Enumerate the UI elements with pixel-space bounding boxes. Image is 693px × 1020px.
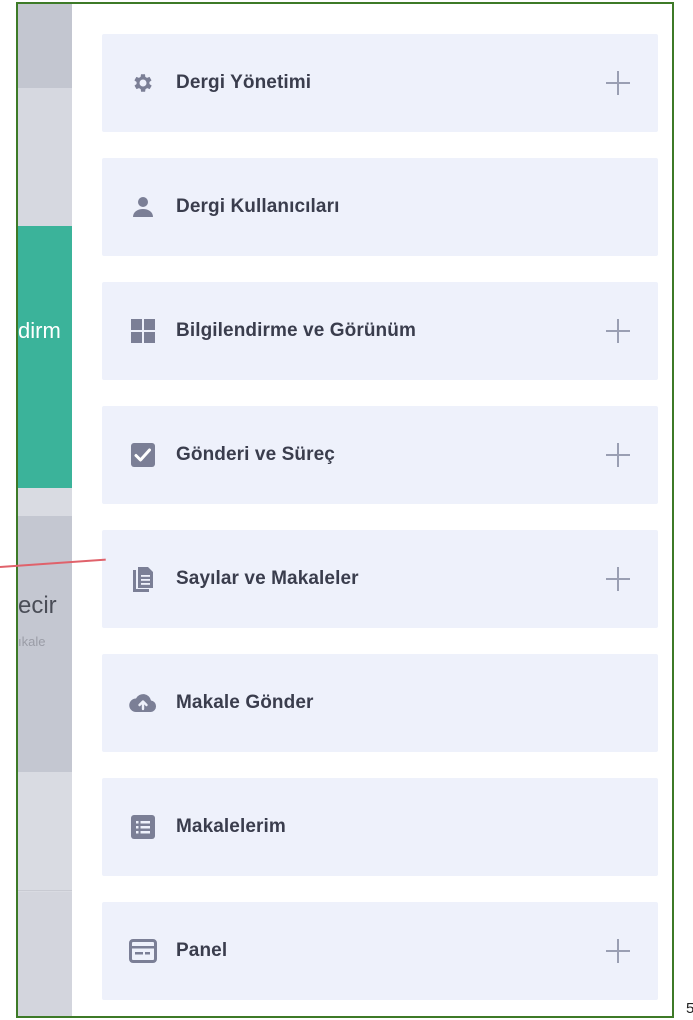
menu-item-panel[interactable]: Panel <box>102 902 658 1000</box>
background-teal-card <box>18 226 72 488</box>
grid-icon <box>129 317 157 345</box>
plus-icon[interactable] <box>606 443 630 467</box>
user-icon <box>129 193 157 221</box>
menu-item-label: Makalelerim <box>176 816 286 837</box>
menu-item-sayilar-ve-makaleler[interactable]: Sayılar ve Makaleler <box>102 530 658 628</box>
window-icon <box>129 937 157 965</box>
menu-item-gonderi-ve-surec[interactable]: Gönderi ve Süreç <box>102 406 658 504</box>
menu-item-label: Panel <box>176 940 228 961</box>
background-block <box>18 488 72 516</box>
menu-item-label: Dergi Kullanıcıları <box>176 196 340 217</box>
checkbox-icon <box>129 441 157 469</box>
menu-item-label: Bilgilendirme ve Görünüm <box>176 320 416 341</box>
menu-item-bilgilendirme-ve-gorunum[interactable]: Bilgilendirme ve Görünüm <box>102 282 658 380</box>
menu-item-label: Gönderi ve Süreç <box>176 444 335 465</box>
background-small-text: ıkale <box>18 634 46 649</box>
background-gray-text: ecir <box>18 592 57 619</box>
background-header <box>18 4 72 88</box>
menu-item-dergi-yonetimi[interactable]: Dergi Yönetimi <box>102 34 658 132</box>
menu-item-makalelerim[interactable]: Makalelerim <box>102 778 658 876</box>
plus-icon[interactable] <box>606 567 630 591</box>
background-app: dirm ecir ıkale <box>18 4 72 1016</box>
background-block <box>18 88 72 226</box>
plus-icon[interactable] <box>606 71 630 95</box>
background-teal-text: dirm <box>18 318 61 343</box>
plus-icon[interactable] <box>606 319 630 343</box>
gear-icon <box>129 69 157 97</box>
background-divider <box>18 890 72 891</box>
background-block <box>18 892 72 1016</box>
menu-item-dergi-kullanicilari[interactable]: Dergi Kullanıcıları <box>102 158 658 256</box>
menu-item-label: Sayılar ve Makaleler <box>176 568 359 589</box>
sidebar-menu: Dergi Yönetimi Dergi Kullanıcıları Bilgi… <box>72 4 672 1016</box>
documents-icon <box>129 565 157 593</box>
menu-item-makale-gonder[interactable]: Makale Gönder <box>102 654 658 752</box>
menu-item-label: Dergi Yönetimi <box>176 72 312 93</box>
list-icon <box>129 813 157 841</box>
page-number: 5 <box>686 1000 693 1017</box>
plus-icon[interactable] <box>606 939 630 963</box>
background-block <box>18 772 72 892</box>
menu-item-label: Makale Gönder <box>176 692 314 713</box>
menu-frame: dirm ecir ıkale Dergi Yönetimi Dergi Kul… <box>16 2 674 1018</box>
cloud-upload-icon <box>129 689 157 717</box>
